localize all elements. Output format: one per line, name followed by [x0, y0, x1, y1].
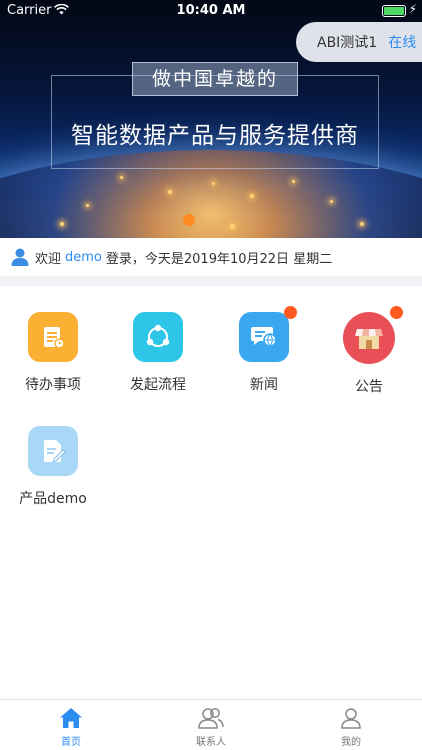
status-bar: Carrier 10:40 AM ⚡ — [0, 0, 422, 22]
welcome-user: demo — [65, 249, 102, 265]
grid-item-start-process[interactable]: 发起流程 — [105, 312, 211, 394]
grid-label: 公告 — [355, 379, 383, 395]
announcement-badge — [390, 306, 403, 319]
share-flow-icon — [133, 312, 183, 362]
user-icon — [11, 248, 29, 266]
city-light — [86, 204, 89, 207]
banner-tag: 做中国卓越的 — [132, 62, 298, 96]
city-light — [292, 180, 295, 183]
welcome-bar: 欢迎 demo 登录，今天是2019年10月22日 星期二 — [0, 238, 422, 276]
tab-label: 首页 — [61, 737, 81, 748]
welcome-prefix: 欢迎 — [35, 251, 62, 267]
current-user-name: ABI测试1 — [317, 35, 378, 51]
battery-icon — [382, 5, 406, 17]
city-light — [60, 222, 64, 226]
grid-label: 新闻 — [250, 377, 278, 393]
announcement-icon — [343, 306, 403, 364]
city-light — [168, 190, 172, 194]
grid-item-announcement[interactable]: 公告 — [316, 306, 422, 396]
welcome-date: 登录，今天是2019年10月22日 星期二 — [105, 251, 333, 267]
home-icon — [60, 708, 82, 728]
grid-label: 发起流程 — [130, 377, 186, 393]
city-light — [250, 194, 254, 198]
product-demo-icon — [28, 426, 78, 476]
tab-label: 联系人 — [196, 737, 226, 748]
charging-icon: ⚡ — [408, 2, 417, 16]
city-light — [230, 224, 235, 229]
tab-profile[interactable]: 我的 — [311, 707, 391, 748]
grid-item-todo[interactable]: 待办事项 — [0, 312, 106, 394]
carousel-indicator[interactable] — [183, 214, 195, 226]
profile-icon — [341, 708, 361, 729]
section-divider — [0, 276, 422, 286]
tab-label: 我的 — [341, 737, 361, 748]
online-status: 在线 — [388, 35, 417, 51]
city-light — [330, 200, 333, 203]
city-light — [212, 182, 215, 185]
grid-item-product-demo[interactable]: 产品demo — [0, 426, 106, 508]
banner-title: 智能数据产品与服务提供商 — [71, 123, 359, 149]
news-icon — [239, 306, 297, 362]
grid-item-news[interactable]: 新闻 — [211, 306, 317, 394]
grid-label: 待办事项 — [25, 377, 81, 393]
bottom-tab-bar: 首页 联系人 我的 — [0, 699, 422, 750]
tab-home[interactable]: 首页 — [31, 707, 111, 748]
clock: 10:40 AM — [176, 3, 246, 18]
tab-contacts[interactable]: 联系人 — [171, 707, 251, 748]
city-light — [120, 176, 123, 179]
city-light — [360, 222, 364, 226]
todo-icon — [28, 312, 78, 362]
news-badge — [284, 306, 297, 319]
user-status-pill[interactable]: ABI测试1 在线 — [296, 22, 422, 62]
grid-label: 产品demo — [19, 491, 87, 507]
contacts-icon — [198, 708, 224, 729]
